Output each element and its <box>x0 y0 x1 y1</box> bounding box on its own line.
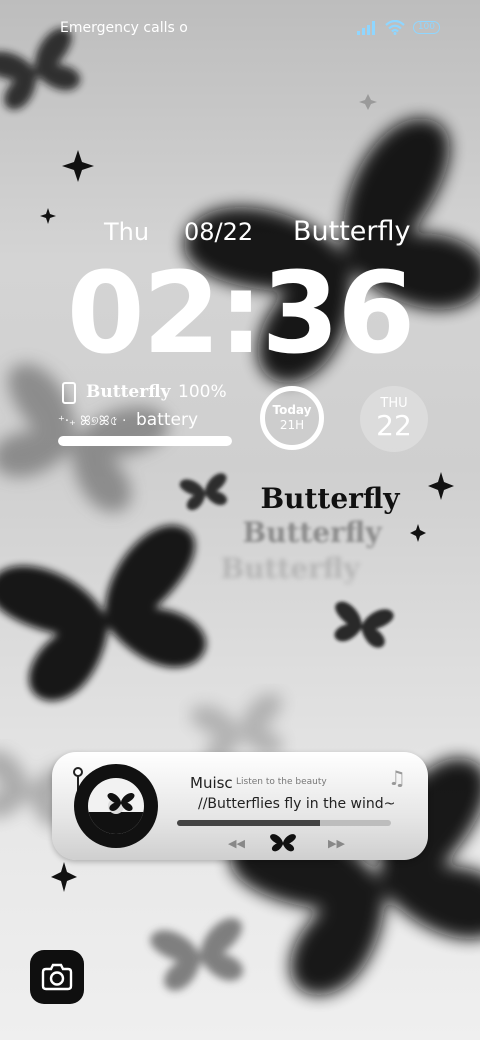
music-progress-bar[interactable] <box>177 820 391 826</box>
wifi-icon <box>385 20 405 35</box>
lock-clock: 02:36 <box>66 249 416 379</box>
status-bar: Emergency calls o 100 <box>60 18 440 40</box>
day-disc-widget[interactable]: THU 22 <box>360 386 428 452</box>
today-ring-widget[interactable]: Today 21H <box>260 386 324 450</box>
phone-icon <box>62 382 76 404</box>
day-number: 22 <box>376 409 412 442</box>
battery-level-bar <box>58 436 232 446</box>
music-widget[interactable]: Muisc Listen to the beauty ♫ //Butterfli… <box>52 752 428 860</box>
music-title: Muisc <box>190 774 233 792</box>
battery-label: battery <box>136 410 199 430</box>
camera-button[interactable] <box>30 950 84 1004</box>
album-art-butterfly-icon <box>88 792 144 834</box>
butterfly-play-icon[interactable] <box>270 832 296 852</box>
battery-percent: 100% <box>178 382 227 402</box>
battery-status: 100 <box>412 21 440 34</box>
weekday-text: Thu <box>104 218 150 246</box>
music-subtitle: Listen to the beauty <box>236 777 327 787</box>
fast-forward-icon[interactable]: ▶▶ <box>328 837 345 850</box>
battery-decoration: ⁺‧₊ ꕤ୭ꕤ৫ · <box>58 414 127 429</box>
lock-date-row: Thu 08/22 Butterfly <box>0 216 480 252</box>
today-value: 21H <box>279 418 305 432</box>
status-icons: 100 <box>356 20 440 35</box>
battery-level-fill <box>58 436 232 446</box>
carrier-text: Emergency calls o <box>60 20 188 36</box>
butterfly-title-2: Butterfly <box>242 516 382 549</box>
battery-widget: Butterfly 100% ⁺‧₊ ꕤ୭ꕤ৫ · battery <box>58 380 238 434</box>
today-label: Today <box>272 403 312 417</box>
signal-icon <box>356 20 375 35</box>
music-lyric: //Butterflies fly in the wind~ <box>198 796 396 812</box>
music-note-icon[interactable]: ♫ <box>388 766 406 790</box>
butterfly-title-3: Butterfly <box>220 552 360 585</box>
rewind-icon[interactable]: ◀◀ <box>228 837 245 850</box>
album-disc <box>74 764 158 848</box>
camera-icon <box>41 963 73 991</box>
date-text: 08/22 <box>184 218 254 246</box>
theme-text: Butterfly <box>293 216 411 247</box>
butterfly-title-1: Butterfly <box>260 482 400 515</box>
battery-brand: Butterfly <box>86 382 171 402</box>
music-progress-fill <box>177 820 321 826</box>
